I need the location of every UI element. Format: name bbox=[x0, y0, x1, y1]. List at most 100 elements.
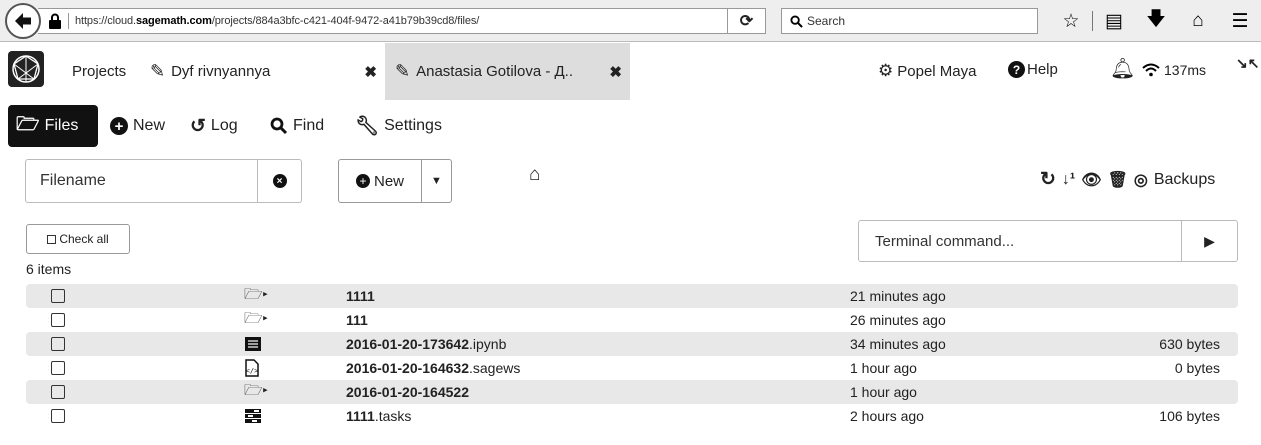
notebook-icon bbox=[244, 334, 274, 354]
file-name[interactable]: 2016-01-20-164632.sagews bbox=[346, 360, 520, 376]
star-bookmark-icon[interactable]: ☆ bbox=[1050, 8, 1092, 34]
tab-files[interactable]: 🗁︎ Files bbox=[8, 105, 98, 147]
sagemath-logo-icon[interactable] bbox=[8, 51, 44, 87]
lock-icon bbox=[49, 13, 61, 29]
latency-label: 137ms bbox=[1164, 62, 1207, 78]
life-ring-icon[interactable]: ◎ bbox=[1134, 170, 1148, 190]
trash-icon[interactable]: 🗑︎ bbox=[1108, 170, 1128, 190]
clear-search-icon[interactable]: × bbox=[257, 160, 301, 202]
search-icon bbox=[270, 117, 288, 135]
app-tab-bar: Projects ✎ Dyf rivnyannya ✖ ✎ Anastasia … bbox=[0, 43, 1261, 100]
list-item[interactable]: </> 2016-01-20-164632.sagews 1 hour ago … bbox=[26, 356, 1238, 380]
edit-icon: ✎ bbox=[395, 61, 411, 81]
tab-projects[interactable]: Projects bbox=[72, 43, 126, 100]
tab-find[interactable]: Find bbox=[270, 105, 324, 147]
row-checkbox[interactable] bbox=[51, 361, 65, 375]
tab-settings[interactable]: 🔧︎ Settings bbox=[355, 105, 442, 147]
account-menu[interactable]: ⚙ Popel Maya bbox=[878, 61, 976, 81]
file-size: 630 bytes bbox=[1159, 336, 1220, 352]
tasks-icon bbox=[244, 406, 274, 426]
tab-anastasia-gotilova[interactable]: ✎ Anastasia Gotilova - Д.. ✖ bbox=[385, 43, 630, 100]
file-name[interactable]: 2016-01-20-164522 bbox=[346, 384, 469, 400]
folder-open-icon: 🗁︎ bbox=[16, 114, 40, 135]
arrow-left-icon bbox=[15, 13, 31, 29]
tab-anastasia-label: Anastasia Gotilova - Д.. bbox=[416, 63, 573, 80]
browser-toolbar-icons: ☆ ▤ 🡇 ⌂ ☰ bbox=[1050, 8, 1261, 34]
new-file-button[interactable]: + New bbox=[339, 160, 421, 202]
wifi-icon bbox=[1142, 63, 1160, 77]
search-icon bbox=[790, 14, 803, 28]
refresh-icon[interactable]: ↻ bbox=[1040, 168, 1056, 191]
listing-tools: ↻ ↓¹ 👁︎ 🗑︎ ◎ Backups bbox=[1040, 168, 1215, 191]
compress-icon[interactable]: ↘↖ bbox=[1236, 55, 1259, 72]
backups-link[interactable]: Backups bbox=[1154, 171, 1215, 189]
folder-open-icon: 🗁︎▸ bbox=[244, 381, 269, 399]
file-time: 2 hours ago bbox=[850, 408, 924, 424]
code-file-icon: </> bbox=[244, 358, 274, 378]
svg-text:</>: </> bbox=[246, 367, 259, 375]
url-text[interactable]: https://cloud.sagemath.com/projects/884a… bbox=[75, 15, 479, 27]
list-item[interactable]: 🗁︎▸ 2016-01-20-164522 1 hour ago bbox=[26, 380, 1238, 404]
list-item[interactable]: 🗁︎▸ 111 26 minutes ago bbox=[26, 308, 1238, 332]
file-list: 🗁︎▸ 1111 21 minutes ago 🗁︎▸ 111 26 minut… bbox=[26, 284, 1238, 428]
tab-log[interactable]: ↺ Log bbox=[190, 105, 238, 147]
list-item[interactable]: 1111.tasks 2 hours ago 106 bytes bbox=[26, 404, 1238, 428]
check-all-button[interactable]: Check all bbox=[26, 224, 130, 254]
file-name[interactable]: 111 bbox=[346, 312, 368, 328]
wrench-icon: 🔧︎ bbox=[355, 116, 380, 137]
home-icon[interactable]: ⌂ bbox=[1177, 8, 1219, 34]
browser-search-input[interactable]: Search bbox=[781, 8, 1038, 34]
caret-down-icon[interactable]: ▼ bbox=[421, 160, 451, 202]
list-item[interactable]: 🗁︎▸ 1111 21 minutes ago bbox=[26, 284, 1238, 308]
back-button[interactable] bbox=[5, 3, 41, 39]
new-file-label: New bbox=[373, 172, 404, 190]
file-name[interactable]: 1111 bbox=[346, 288, 375, 304]
file-name[interactable]: 1111.tasks bbox=[346, 408, 411, 424]
download-icon[interactable]: 🡇 bbox=[1135, 8, 1177, 34]
address-bar[interactable]: https://cloud.sagemath.com/projects/884a… bbox=[38, 8, 766, 34]
row-checkbox[interactable] bbox=[51, 313, 65, 327]
row-checkbox[interactable] bbox=[51, 385, 65, 399]
filename-input[interactable]: Filename bbox=[26, 160, 257, 202]
file-time: 1 hour ago bbox=[850, 384, 917, 400]
hamburger-menu-icon[interactable]: ☰ bbox=[1219, 8, 1261, 34]
tab-dyf-label: Dyf rivnyannya bbox=[171, 63, 271, 80]
connection-status[interactable]: 137ms bbox=[1142, 62, 1206, 78]
filename-search[interactable]: Filename × bbox=[25, 159, 302, 203]
project-nav: 🗁︎ Files + New ↺ Log Find 🔧︎ Settings bbox=[0, 105, 1261, 147]
question-circle-icon: ? bbox=[1008, 61, 1025, 78]
row-checkbox[interactable] bbox=[51, 337, 65, 351]
row-checkbox[interactable] bbox=[51, 409, 65, 423]
list-item[interactable]: 2016-01-20-173642.ipynb 34 minutes ago 6… bbox=[26, 332, 1238, 356]
play-icon[interactable]: ▶ bbox=[1181, 221, 1237, 261]
tab-dyf-rivnyannya[interactable]: ✎ Dyf rivnyannya ✖ bbox=[150, 43, 385, 100]
reading-list-icon[interactable]: ▤ bbox=[1093, 8, 1135, 34]
file-time: 1 hour ago bbox=[850, 360, 917, 376]
file-time: 21 minutes ago bbox=[850, 288, 946, 304]
help-button[interactable]: ? Help bbox=[1008, 61, 1058, 78]
new-file-split-button: + New ▼ bbox=[338, 159, 452, 203]
bell-notifications-icon[interactable]: 🔔︎ bbox=[1110, 56, 1135, 81]
file-size: 106 bytes bbox=[1159, 408, 1220, 424]
home-directory-icon[interactable]: ⌂ bbox=[529, 164, 540, 186]
eye-slash-icon[interactable]: 👁︎ bbox=[1081, 170, 1101, 190]
file-time: 26 minutes ago bbox=[850, 312, 946, 328]
help-label: Help bbox=[1027, 61, 1058, 78]
browser-search-placeholder: Search bbox=[807, 14, 846, 28]
sort-numeric-icon[interactable]: ↓¹ bbox=[1062, 171, 1075, 189]
gear-icon: ⚙ bbox=[878, 61, 894, 80]
plus-circle-icon: + bbox=[355, 174, 370, 188]
reload-icon[interactable]: ⟳ bbox=[727, 9, 765, 33]
close-icon[interactable]: ✖ bbox=[364, 63, 377, 81]
row-checkbox[interactable] bbox=[51, 289, 65, 303]
tab-log-label: Log bbox=[210, 117, 238, 134]
tab-find-label: Find bbox=[293, 117, 325, 134]
tab-new-label: New bbox=[133, 117, 166, 134]
browser-toolbar: https://cloud.sagemath.com/projects/884a… bbox=[0, 0, 1261, 42]
close-icon[interactable]: ✖ bbox=[609, 63, 622, 81]
terminal-command-input[interactable]: Terminal command... bbox=[859, 221, 1181, 261]
tab-new[interactable]: + New bbox=[110, 105, 165, 147]
file-size: 0 bytes bbox=[1174, 360, 1220, 376]
file-name[interactable]: 2016-01-20-173642.ipynb bbox=[346, 336, 506, 352]
tab-projects-label: Projects bbox=[72, 63, 127, 80]
